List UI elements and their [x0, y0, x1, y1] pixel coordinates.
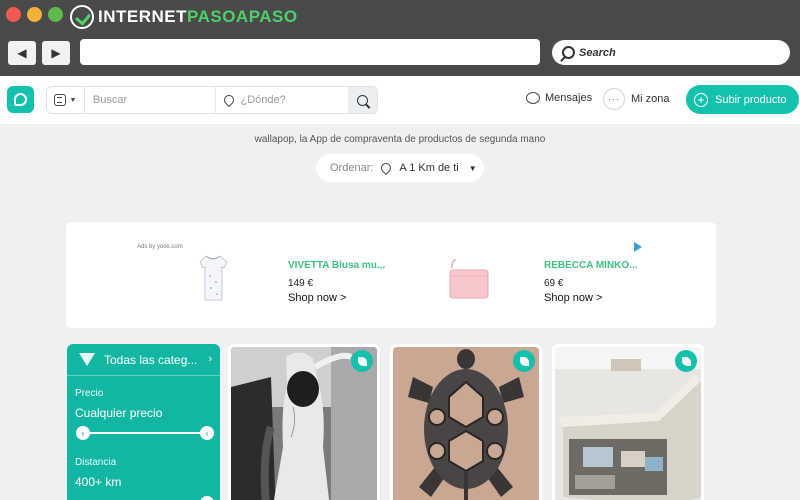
web-page: ▼ Buscar ¿Dónde? Mensajes ··· Mi zona + … [0, 76, 800, 500]
chevron-right-icon: › [208, 353, 212, 365]
forward-arrow-icon: ▶ [51, 46, 61, 60]
filters-panel: Todas las categ... › Precio Cualquier pr… [67, 344, 220, 500]
location-input[interactable]: ¿Dónde? [216, 87, 348, 113]
address-bar[interactable] [80, 39, 540, 65]
ad-banner: Ads by yoox.com VIVETTA Blusa mu... 149 … [66, 222, 716, 328]
site-header: ▼ Buscar ¿Dónde? Mensajes ··· Mi zona + … [0, 76, 800, 124]
browser-toolbar: ◀ ▶ Search [0, 32, 800, 76]
chat-bubble-icon [526, 92, 540, 104]
watermark-logo: INTERNETPASOAPASO [70, 4, 298, 30]
minimize-window-button[interactable] [27, 7, 42, 22]
blouse-product-image[interactable] [196, 254, 230, 302]
browser-titlebar: INTERNETPASOAPASO [0, 0, 800, 32]
price-slider[interactable]: › ‹ [76, 426, 214, 440]
messages-link[interactable]: Mensajes [526, 92, 592, 104]
upload-label: Subir producto [715, 93, 787, 106]
close-window-button[interactable] [6, 7, 21, 22]
price-label: Precio [75, 388, 104, 399]
location-pin-icon [379, 160, 394, 176]
leaf-icon[interactable] [675, 350, 697, 372]
search-group: ▼ Buscar ¿Dónde? [46, 86, 378, 114]
product-card[interactable] [552, 344, 704, 500]
wallapop-logo-icon [14, 93, 27, 106]
messages-label: Mensajes [545, 92, 593, 104]
search-input[interactable]: Buscar [85, 87, 217, 113]
upload-product-button[interactable]: + Subir producto [686, 85, 799, 114]
list-icon [54, 94, 67, 106]
ad-shop-now-2[interactable]: Shop now > [544, 292, 602, 304]
leaf-icon[interactable] [513, 350, 535, 372]
product-card[interactable] [390, 344, 542, 500]
brand-text-1: INTERNET [98, 7, 187, 26]
location-placeholder: ¿Dónde? [240, 94, 286, 106]
search-button[interactable] [348, 87, 377, 113]
checkmark-logo-icon [70, 5, 94, 29]
adchoices-icon[interactable] [634, 242, 642, 252]
back-button[interactable]: ◀ [8, 41, 36, 65]
category-filter[interactable]: Todas las categ... › [67, 344, 220, 376]
sort-dropdown[interactable]: Ordenar: A 1 Km de ti ▼ [316, 154, 484, 182]
slider-min-handle[interactable]: › [76, 426, 90, 440]
price-value: Cualquier precio [75, 406, 163, 420]
maximize-window-button[interactable] [48, 7, 63, 22]
chevron-down-icon: ▼ [468, 163, 477, 173]
ad-product-price-1: 149 € [288, 278, 314, 289]
forward-button[interactable]: ▶ [42, 41, 70, 65]
distance-value: 400+ km [75, 475, 122, 489]
plus-icon: + [694, 92, 708, 107]
search-icon [562, 46, 575, 59]
sort-label: Ordenar: [330, 162, 374, 174]
search-icon [357, 94, 369, 106]
wallet-product-image[interactable] [444, 258, 492, 302]
category-selector[interactable]: ▼ [47, 87, 85, 113]
ad-product-price-2: 69 € [544, 278, 564, 289]
ad-product-name-1[interactable]: VIVETTA Blusa mu... [288, 260, 385, 271]
leaf-icon[interactable] [351, 350, 373, 372]
category-label: Todas las categ... [104, 352, 198, 367]
distance-label: Distancia [75, 457, 117, 468]
zone-avatar-icon: ··· [603, 88, 625, 110]
back-arrow-icon: ◀ [17, 46, 27, 60]
location-pin-icon [222, 92, 237, 108]
sort-value: A 1 Km de ti [399, 162, 459, 174]
browser-search-field[interactable]: Search [552, 40, 790, 65]
ad-product-name-2[interactable]: REBECCA MINKO... [544, 260, 638, 271]
slider-max-handle[interactable]: ‹ [200, 496, 214, 500]
product-card[interactable] [228, 344, 380, 500]
chevron-down-icon: ▼ [69, 96, 77, 104]
my-zone-link[interactable]: ··· Mi zona [603, 88, 670, 110]
brand-text-2: PASOAPASO [187, 7, 298, 26]
all-categories-icon [79, 352, 95, 367]
zone-label: Mi zona [631, 93, 670, 105]
wallapop-logo[interactable] [7, 86, 34, 113]
browser-search-placeholder: Search [579, 46, 616, 59]
ads-by-label: Ads by yoox.com [137, 244, 183, 250]
tagline: wallapop, la App de compraventa de produ… [254, 134, 546, 145]
ad-shop-now-1[interactable]: Shop now > [288, 292, 346, 304]
slider-max-handle[interactable]: ‹ [200, 426, 214, 440]
